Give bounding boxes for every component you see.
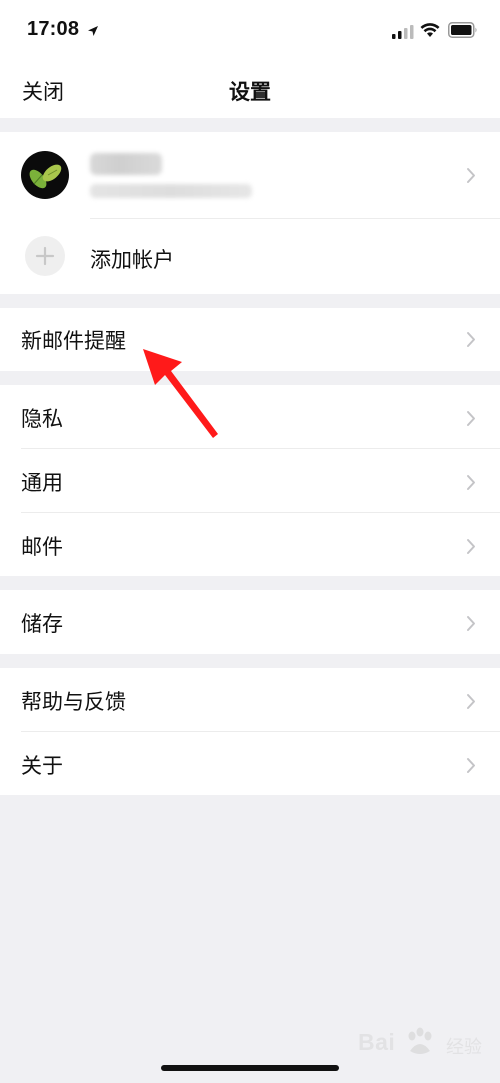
- settings-section: 隐私 通用 邮件: [0, 385, 500, 576]
- chevron-right-icon: [466, 410, 476, 431]
- menu-item-label: 邮件: [21, 535, 63, 559]
- menu-item-storage[interactable]: 储存: [0, 590, 500, 654]
- watermark-logo: Bai 经验: [358, 1025, 488, 1061]
- alert-section: 新邮件提醒: [0, 308, 500, 371]
- watermark-suffix: 经验: [446, 1037, 482, 1058]
- avatar: [21, 151, 69, 199]
- chevron-right-icon: [466, 474, 476, 495]
- account-section: 添加帐户: [0, 132, 500, 294]
- chevron-right-icon: [466, 757, 476, 778]
- menu-item-help-feedback[interactable]: 帮助与反馈: [0, 668, 500, 732]
- menu-item-label: 隐私: [21, 407, 63, 431]
- add-account-row[interactable]: [0, 219, 500, 294]
- chevron-right-icon: [466, 615, 476, 636]
- menu-item-label: 储存: [21, 612, 63, 636]
- battery-icon: [448, 22, 478, 42]
- account-email-redacted: [90, 184, 252, 198]
- status-time: 17:08: [27, 18, 80, 40]
- menu-item-label: 帮助与反馈: [21, 690, 126, 714]
- account-name-redacted: [90, 153, 162, 175]
- menu-item-label: 关于: [21, 754, 63, 778]
- menu-item-privacy[interactable]: 隐私: [0, 385, 500, 449]
- cellular-signal-icon: [392, 24, 414, 43]
- chevron-right-icon: [466, 167, 476, 188]
- menu-item-label: 新邮件提醒: [21, 329, 126, 353]
- nav-bar: 关闭 设置: [0, 60, 500, 118]
- page-title: 设置: [229, 80, 271, 104]
- chevron-right-icon: [466, 331, 476, 352]
- status-bar: 17:08: [0, 0, 500, 60]
- wifi-icon: [420, 22, 440, 42]
- add-account-label: 添加帐户: [90, 248, 174, 272]
- account-row[interactable]: [0, 132, 500, 218]
- support-section: 帮助与反馈 关于: [0, 668, 500, 795]
- menu-item-about[interactable]: 关于: [0, 732, 500, 795]
- paw-icon: [408, 1027, 432, 1054]
- menu-item-mail[interactable]: 邮件: [0, 513, 500, 576]
- close-button[interactable]: 关闭: [22, 76, 64, 106]
- menu-item-label: 通用: [21, 471, 63, 495]
- chevron-right-icon: [466, 693, 476, 714]
- menu-item-new-mail-alert[interactable]: 新邮件提醒: [0, 308, 500, 371]
- location-arrow-icon: [87, 22, 99, 41]
- watermark-brand: Bai: [358, 1029, 396, 1055]
- home-indicator[interactable]: [161, 1065, 339, 1071]
- menu-item-general[interactable]: 通用: [0, 449, 500, 513]
- chevron-right-icon: [466, 538, 476, 559]
- plus-icon: [25, 236, 65, 276]
- storage-section: 储存: [0, 590, 500, 654]
